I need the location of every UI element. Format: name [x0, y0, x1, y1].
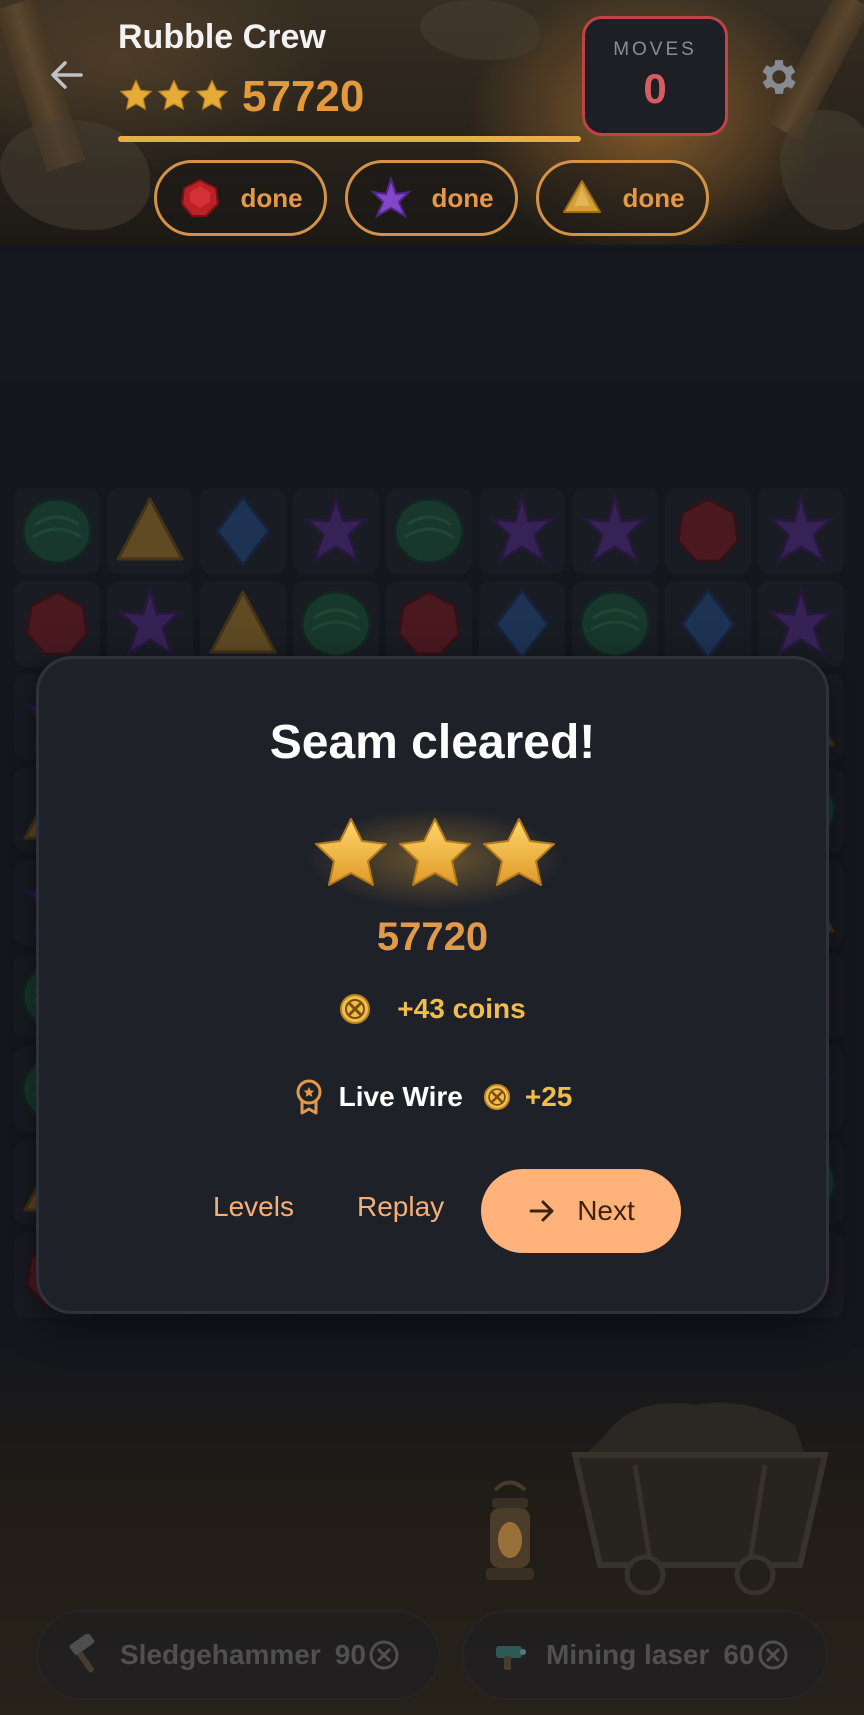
coins-reward: +43 coins: [39, 993, 826, 1025]
achievement-reward: Live Wire +25: [39, 1079, 826, 1115]
achievement-name: Live Wire: [338, 1081, 463, 1112]
achievement-bonus: +25: [524, 1081, 573, 1112]
coins-text: +43 coins: [397, 993, 526, 1024]
next-button-label: Next: [577, 1195, 635, 1226]
next-button[interactable]: Next: [481, 1169, 681, 1253]
medal-icon: [296, 1079, 322, 1115]
arrow-right-icon: [529, 1200, 554, 1222]
result-stars: [307, 809, 563, 909]
replay-button[interactable]: Replay: [357, 1191, 444, 1223]
level-complete-dialog: Seam cleared! 57720 +43 coins Live Wire …: [36, 656, 829, 1314]
coin-icon: [340, 994, 371, 1024]
final-score: 57720: [376, 915, 489, 959]
levels-button[interactable]: Levels: [213, 1191, 294, 1223]
dialog-actions: Levels Replay Next: [39, 1169, 826, 1253]
dialog-title: Seam cleared!: [269, 716, 596, 769]
coin-icon: [483, 1083, 510, 1111]
